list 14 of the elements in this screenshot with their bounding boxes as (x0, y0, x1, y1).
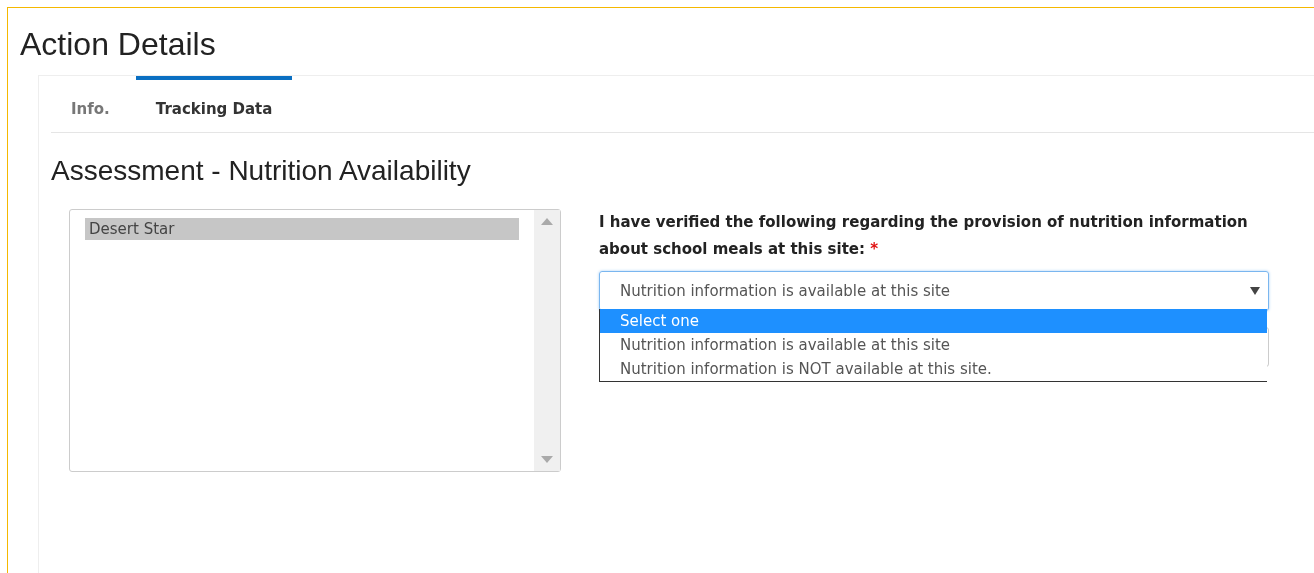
section-title: Assessment - Nutrition Availability (51, 155, 472, 187)
required-mark: * (870, 240, 879, 258)
scrollbar[interactable] (534, 210, 560, 471)
tab[interactable]: Info. (51, 76, 130, 132)
scroll-up-icon[interactable] (541, 218, 553, 225)
page-title: Action Details (20, 26, 217, 63)
tab[interactable]: Tracking Data (135, 76, 293, 132)
list-item[interactable]: Desert Star (85, 218, 519, 240)
dropdown-option[interactable]: Nutrition information is available at this site (600, 333, 1267, 357)
dropdown-option[interactable]: Nutrition information is NOT available at this site. (600, 357, 1267, 381)
question-label: I have verified the following regarding the provision of nutrition information about school meals at this site: * (599, 212, 1249, 260)
scroll-down-icon[interactable] (541, 456, 553, 463)
site-listbox[interactable]: Desert Star (69, 209, 561, 472)
caret-icon (1250, 287, 1260, 295)
